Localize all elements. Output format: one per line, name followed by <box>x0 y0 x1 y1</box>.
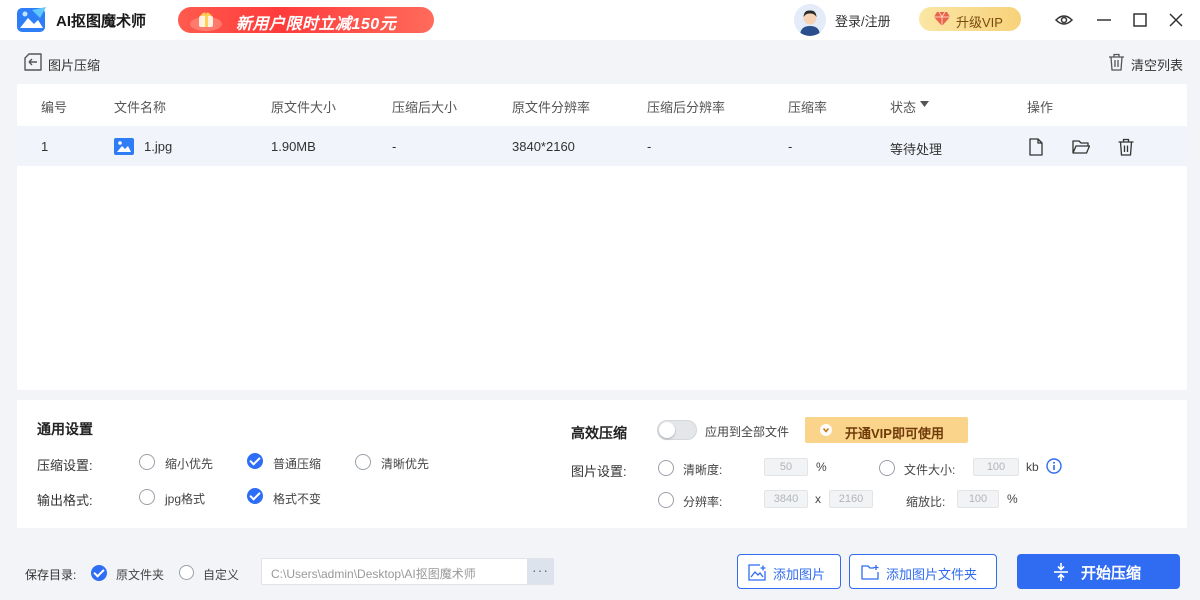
gift-icon <box>186 8 226 32</box>
column-header-actions: 操作 <box>1027 100 1054 115</box>
promo-banner[interactable]: 新用户限时立减150元 <box>178 7 434 33</box>
scale-unit: % <box>1007 492 1018 506</box>
avatar[interactable] <box>794 4 826 36</box>
promo-text: 新用户限时立减150元 <box>236 16 397 33</box>
close-icon[interactable] <box>1166 10 1186 30</box>
diamond-icon <box>933 11 951 27</box>
row-original-resolution: 3840*2160 <box>512 139 575 154</box>
app-logo-icon <box>16 6 48 34</box>
save-path-text: C:\Users\admin\Desktop\AI抠图魔术师 <box>271 567 476 581</box>
radio-file-size[interactable] <box>879 460 895 476</box>
folder-open-icon[interactable] <box>1072 138 1090 156</box>
start-compress-label: 开始压缩 <box>1081 565 1142 582</box>
minimize-icon[interactable] <box>1094 10 1114 30</box>
chevron-down-icon <box>820 424 832 436</box>
app-title: AI抠图魔术师 <box>56 13 147 30</box>
scale-input[interactable]: 100 <box>957 490 999 508</box>
browse-path-button[interactable]: ··· <box>527 559 554 584</box>
option-keep-format[interactable]: 格式不变 <box>273 490 321 507</box>
column-header-compressed-size: 压缩后大小 <box>392 100 458 115</box>
add-images-button[interactable]: 添加图片 <box>737 554 841 589</box>
clear-list-button[interactable]: 清空列表 <box>1131 55 1183 74</box>
efficient-compress-toggle[interactable] <box>657 420 697 440</box>
radio-shrink-first[interactable] <box>139 454 155 470</box>
clarity-input[interactable]: 50 <box>764 458 808 476</box>
file-icon[interactable] <box>1027 138 1045 156</box>
row-ratio: - <box>788 139 793 154</box>
clarity-label: 清晰度: <box>683 463 723 477</box>
radio-normal-compress[interactable] <box>247 453 263 469</box>
open-vip-label: 开通VIP即可使用 <box>845 426 944 441</box>
caret-down-icon[interactable] <box>920 101 929 107</box>
column-header-status[interactable]: 状态 <box>890 97 916 116</box>
delete-icon[interactable] <box>1117 138 1135 156</box>
compress-setting-label: 压缩设置: <box>37 458 93 473</box>
compress-icon <box>1051 562 1071 582</box>
row-original-size: 1.90MB <box>271 139 316 154</box>
option-jpg-format[interactable]: jpg格式 <box>165 490 205 507</box>
row-filename: 1.jpg <box>144 139 173 154</box>
file-size-label: 文件大小: <box>904 463 956 477</box>
option-normal-compress[interactable]: 普通压缩 <box>273 455 321 472</box>
login-register-link[interactable]: 登录/注册 <box>835 11 891 30</box>
row-compressed-resolution: - <box>647 139 652 154</box>
radio-keep-format[interactable] <box>247 488 263 504</box>
column-header-compressed-resolution: 压缩后分辨率 <box>647 100 726 115</box>
save-dir-label: 保存目录: <box>25 568 77 582</box>
upgrade-vip-button[interactable]: 升级VIP <box>919 7 1021 31</box>
maximize-icon[interactable] <box>1130 10 1150 30</box>
column-header-ratio: 压缩率 <box>788 100 828 115</box>
apply-all-label: 应用到全部文件 <box>705 425 790 439</box>
output-format-label: 输出格式: <box>37 493 93 508</box>
image-setting-label: 图片设置: <box>571 464 627 479</box>
option-clarity-first[interactable]: 清晰优先 <box>381 455 429 472</box>
save-path-input[interactable]: C:\Users\admin\Desktop\AI抠图魔术师 ··· <box>261 558 554 585</box>
radio-clarity-first[interactable] <box>355 454 371 470</box>
original-folder-option[interactable]: 原文件夹 <box>116 566 164 583</box>
resolution-width-input[interactable]: 3840 <box>764 490 808 508</box>
add-folder-button[interactable]: 添加图片文件夹 <box>849 554 997 589</box>
radio-jpg-format[interactable] <box>139 489 155 505</box>
add-folder-icon <box>861 564 879 581</box>
resolution-separator: x <box>815 492 821 506</box>
radio-custom-folder[interactable] <box>179 565 194 580</box>
file-size-unit: kb <box>1026 460 1039 474</box>
efficient-compress-title: 高效压缩 <box>571 425 627 441</box>
upgrade-vip-label: 升级VIP <box>956 15 1003 30</box>
add-images-label: 添加图片 <box>773 567 826 582</box>
start-compress-button[interactable]: 开始压缩 <box>1017 554 1180 589</box>
option-shrink-first[interactable]: 缩小优先 <box>165 455 213 472</box>
column-header-original-size: 原文件大小 <box>271 100 337 115</box>
custom-folder-option[interactable]: 自定义 <box>203 566 239 583</box>
resolution-height-input[interactable]: 2160 <box>829 490 873 508</box>
radio-clarity[interactable] <box>658 460 674 476</box>
clarity-unit: % <box>816 460 827 474</box>
column-header-original-resolution: 原文件分辨率 <box>512 100 591 115</box>
row-index: 1 <box>41 139 49 154</box>
eye-icon[interactable] <box>1054 10 1074 30</box>
back-home-icon[interactable] <box>23 53 43 71</box>
radio-resolution[interactable] <box>658 492 674 508</box>
add-folder-label: 添加图片文件夹 <box>886 567 978 582</box>
column-header-index: 编号 <box>41 100 68 115</box>
column-header-filename: 文件名称 <box>114 100 167 115</box>
row-compressed-size: - <box>392 139 397 154</box>
file-size-input[interactable]: 100 <box>973 458 1019 476</box>
image-file-icon <box>114 138 134 155</box>
general-settings-title: 通用设置 <box>37 421 93 437</box>
page-title: 图片压缩 <box>48 58 101 73</box>
info-icon[interactable] <box>1046 458 1062 474</box>
resolution-label: 分辨率: <box>683 495 723 509</box>
open-vip-button[interactable]: 开通VIP即可使用 <box>805 417 968 443</box>
scale-label: 缩放比: <box>906 495 946 509</box>
trash-icon[interactable] <box>1108 53 1125 71</box>
add-image-icon <box>748 564 766 581</box>
radio-original-folder[interactable] <box>91 565 107 581</box>
table-row[interactable] <box>17 126 1187 166</box>
row-status: 等待处理 <box>890 142 943 157</box>
